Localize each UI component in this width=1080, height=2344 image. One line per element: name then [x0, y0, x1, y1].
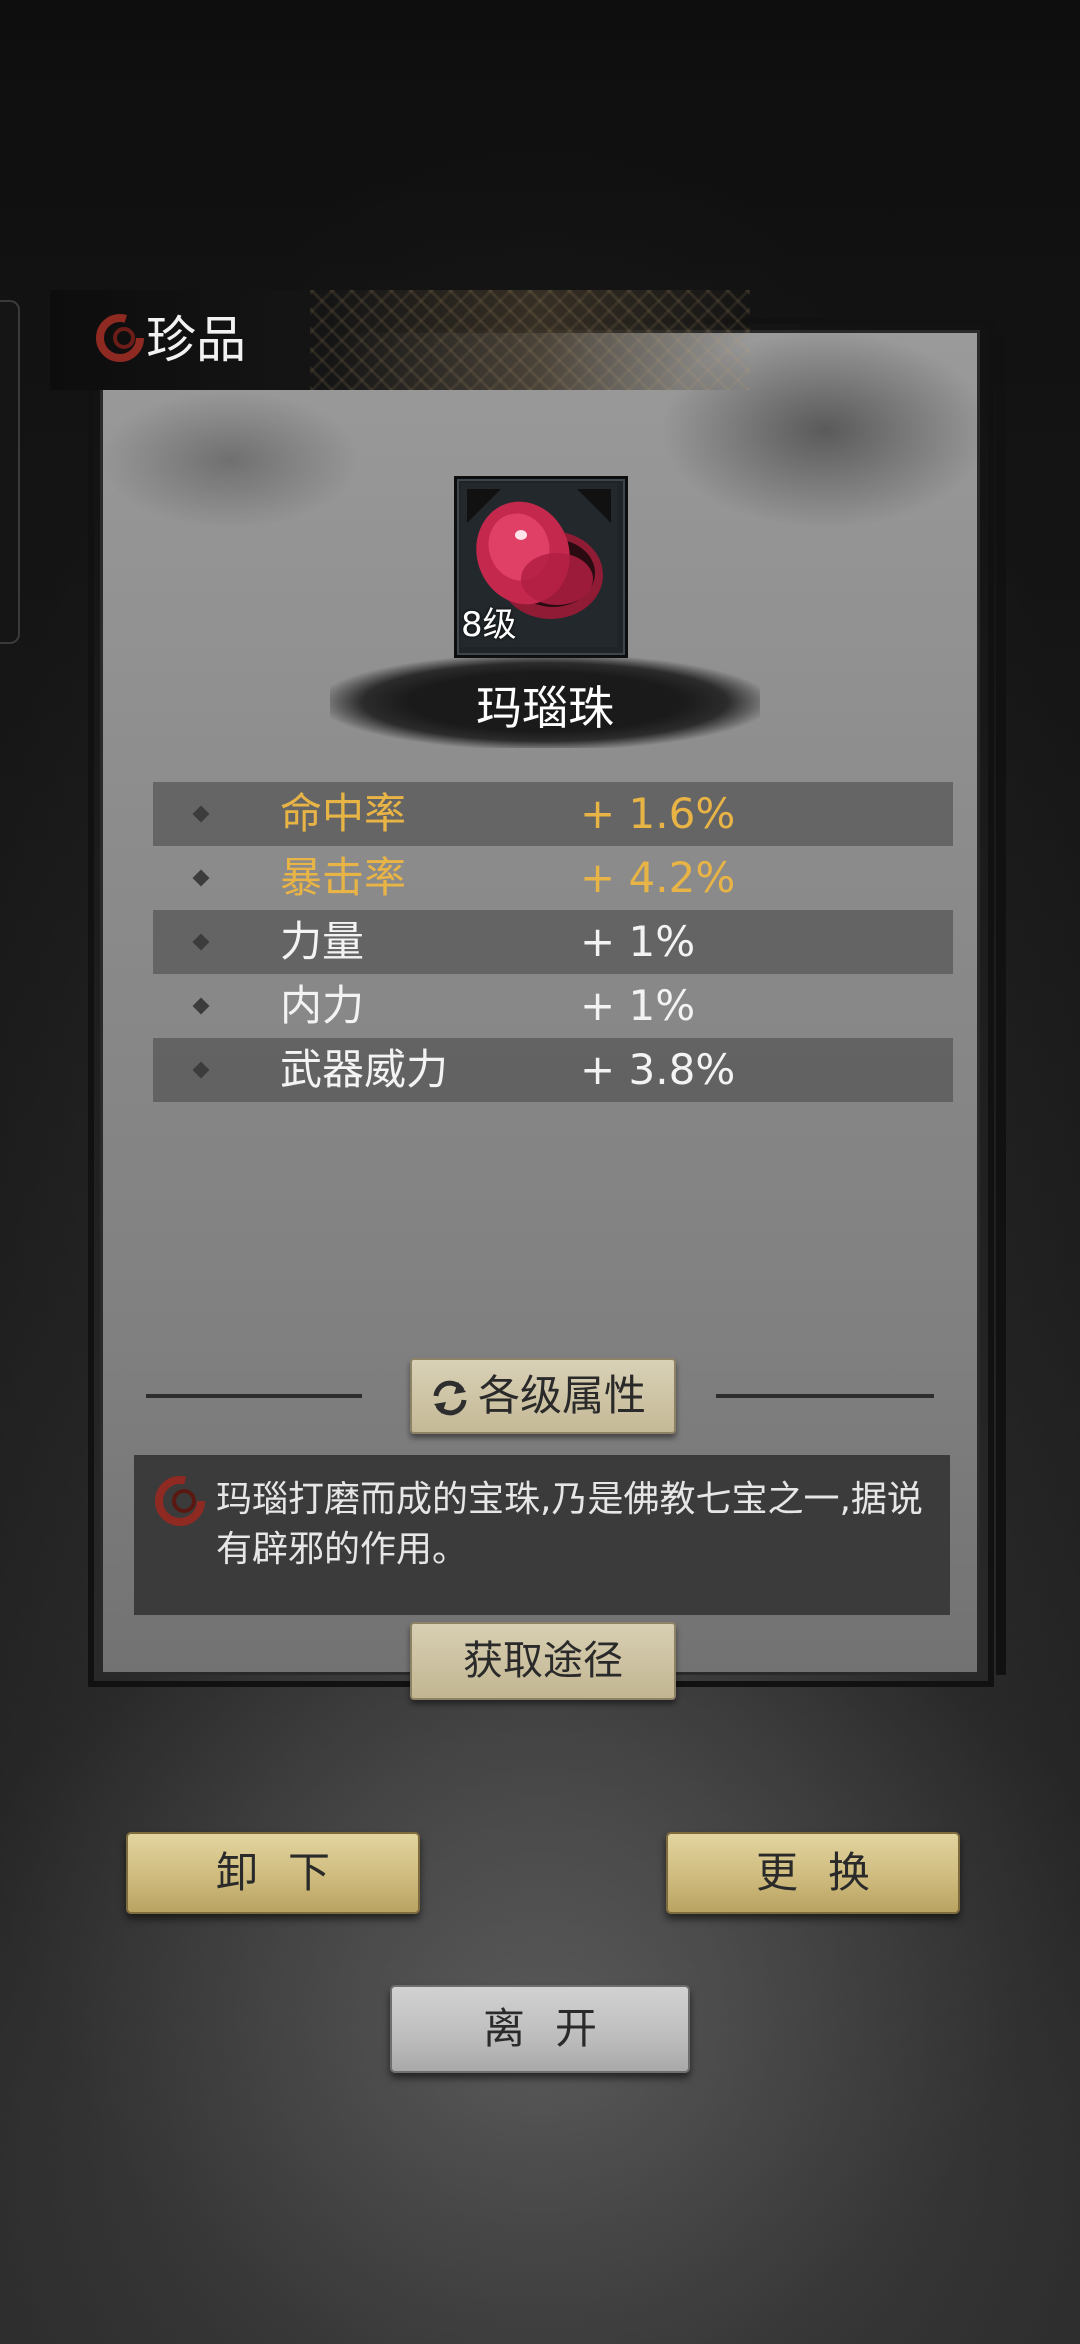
unequip-button[interactable]: 卸下 [126, 1832, 420, 1914]
stat-value: + 1% [580, 981, 696, 1030]
stat-label: 力量 [280, 917, 365, 966]
diamond-bullet-icon [192, 1061, 210, 1079]
description-text: 玛瑙打磨而成的宝珠,乃是佛教七宝之一,据说有辟邪的作用。 [216, 1479, 923, 1570]
ink-splash-decoration [100, 390, 360, 530]
stat-label: 武器威力 [280, 1045, 449, 1094]
tier-attributes-label: 各级属性 [478, 1371, 647, 1420]
stat-value: + 1% [580, 917, 696, 966]
side-tab-handle[interactable] [0, 300, 20, 644]
stat-row: 内力 + 1% [153, 974, 953, 1038]
stat-row: 命中率 + 1.6% [153, 782, 953, 846]
description-box: 玛瑙打磨而成的宝珠,乃是佛教七宝之一,据说有辟邪的作用。 [134, 1455, 950, 1615]
banner-pattern [310, 290, 750, 390]
stat-label: 内力 [280, 981, 365, 1030]
divider-line [716, 1394, 934, 1398]
stat-value: + 1.6% [580, 789, 736, 838]
tier-attributes-button[interactable]: 各级属性 [410, 1358, 676, 1434]
stat-row: 力量 + 1% [153, 910, 953, 974]
diamond-bullet-icon [192, 805, 210, 823]
stats-list: 命中率 + 1.6% 暴击率 + 4.2% 力量 + 1% 内力 + 1% 武器… [153, 782, 953, 1102]
leave-button[interactable]: 离开 [390, 1985, 690, 2073]
replace-button[interactable]: 更换 [666, 1832, 960, 1914]
title-banner: 珍品 [50, 290, 750, 390]
diamond-bullet-icon [192, 997, 210, 1015]
diamond-bullet-icon [192, 869, 210, 887]
refresh-icon [433, 1380, 467, 1416]
panel-frame-edge [996, 330, 1006, 1675]
acquire-source-button[interactable]: 获取途径 [410, 1622, 676, 1700]
stat-value: + 4.2% [580, 853, 736, 902]
item-icon-slot[interactable]: 8级 [454, 476, 628, 658]
red-swirl-icon [96, 314, 144, 362]
diamond-bullet-icon [192, 933, 210, 951]
item-level-label: 8级 [461, 605, 517, 645]
panel-title: 珍品 [146, 311, 246, 369]
stat-row: 武器威力 + 3.8% [153, 1038, 953, 1102]
red-swirl-icon [155, 1476, 205, 1526]
stat-value: + 3.8% [580, 1045, 736, 1094]
item-name: 玛瑙珠 [476, 681, 614, 735]
stat-label: 暴击率 [280, 853, 407, 902]
stat-label: 命中率 [280, 789, 407, 838]
stat-row: 暴击率 + 4.2% [153, 846, 953, 910]
divider-line [146, 1394, 362, 1398]
